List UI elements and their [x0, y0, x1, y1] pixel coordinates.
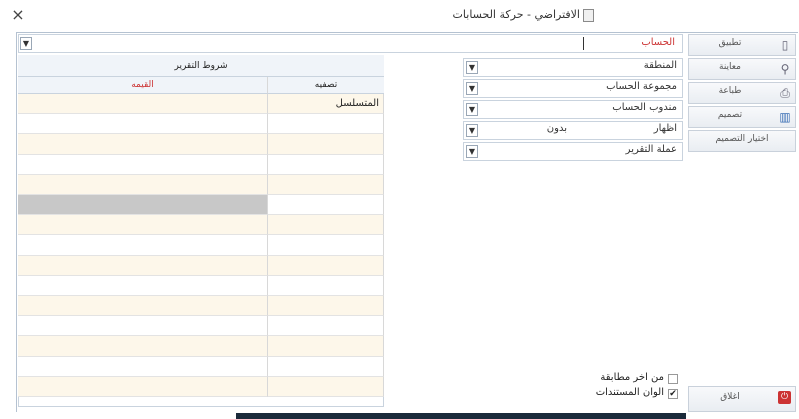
- close-label: اغلاق: [720, 392, 740, 402]
- grid-value-cell[interactable]: [18, 235, 268, 256]
- filter-value: [500, 81, 570, 95]
- chevron-down-icon[interactable]: ▼: [466, 103, 478, 116]
- grid-value-cell[interactable]: [18, 174, 268, 195]
- filter-label: المنطقة: [643, 60, 677, 71]
- grid-filter-cell[interactable]: [268, 114, 384, 135]
- column-header-filter: تصفيه: [268, 77, 384, 94]
- document-colors-checkbox[interactable]: ✔: [668, 389, 678, 399]
- grid-filter-cell[interactable]: [268, 215, 384, 236]
- from-last-match-checkbox[interactable]: [668, 374, 678, 384]
- grid-filter-cell[interactable]: المتسلسل: [268, 94, 384, 115]
- filter-label: مجموعة الحساب: [606, 81, 677, 92]
- grid-filter-cell[interactable]: [268, 154, 384, 175]
- preview-label: معاينة: [719, 62, 741, 72]
- account-dropdown-button[interactable]: ▼: [20, 37, 32, 50]
- filter-value: [500, 60, 570, 74]
- grid-filter-cell[interactable]: [268, 235, 384, 256]
- chevron-down-icon[interactable]: ▼: [466, 82, 478, 95]
- grid-filter-cell[interactable]: [268, 336, 384, 357]
- column-header-value: القيمه: [18, 77, 268, 94]
- title-bar: [0, 0, 799, 30]
- grid-filter-cell[interactable]: [268, 376, 384, 397]
- print-label: طباعة: [718, 86, 742, 96]
- account-cursor: [583, 37, 584, 50]
- grid-filter-cell[interactable]: [268, 356, 384, 377]
- grid-value-cell[interactable]: [18, 275, 268, 296]
- filter-label: مندوب الحساب: [612, 102, 677, 113]
- exit-icon: ⏻: [778, 391, 791, 404]
- grid-value-cell[interactable]: [18, 316, 268, 337]
- filter-value: [500, 144, 570, 158]
- document-colors-label: الوان المستندات: [595, 387, 664, 398]
- choose-design-label: اختيار التصميم: [715, 134, 769, 144]
- close-window-button[interactable]: ×: [8, 5, 28, 25]
- grid-filter-cell[interactable]: [268, 316, 384, 337]
- grid-value-cell[interactable]: [18, 215, 268, 236]
- grid-filter-cell[interactable]: [268, 275, 384, 296]
- filter-value: بدون: [546, 123, 567, 134]
- grid-value-cell[interactable]: [18, 134, 268, 155]
- filter-label: اظهار: [653, 123, 677, 134]
- grid-filter-cell[interactable]: [268, 174, 384, 195]
- grid-value-cell[interactable]: [18, 376, 268, 397]
- grid-value-cell[interactable]: [18, 94, 268, 115]
- grid-value-cell[interactable]: [18, 154, 268, 175]
- chart-icon: ▥: [779, 110, 791, 124]
- filter-value: [500, 102, 570, 116]
- window-title: الافتراضي - حركة الحسابات: [452, 8, 580, 21]
- grid-value-cell[interactable]: [18, 336, 268, 357]
- document-icon: ▯: [781, 38, 789, 52]
- grid-value-cell[interactable]: [18, 255, 268, 276]
- grid-value-cell[interactable]: [18, 296, 268, 317]
- filter-label: عملة التقرير: [625, 144, 677, 155]
- grid-filter-cell[interactable]: [268, 195, 384, 216]
- chevron-down-icon[interactable]: ▼: [466, 145, 478, 158]
- design-label: تصميم: [717, 110, 743, 120]
- account-label: الحساب: [641, 37, 675, 48]
- printer-icon: ⎙: [780, 86, 790, 100]
- grid-value-cell[interactable]: [18, 114, 268, 135]
- grid-value-cell[interactable]: [18, 356, 268, 377]
- report-conditions-title: شروط التقرير: [18, 55, 384, 77]
- magnifier-icon: ⚲: [780, 62, 790, 76]
- grid-filter-cell[interactable]: [268, 134, 384, 155]
- from-last-match-label: من اخر مطابقة: [600, 372, 664, 383]
- grid-filter-cell[interactable]: [268, 296, 384, 317]
- apply-label: تطبيق: [718, 38, 742, 48]
- chevron-down-icon[interactable]: ▼: [466, 61, 478, 74]
- bottom-strip: [236, 413, 686, 419]
- grid-filter-cell[interactable]: [268, 255, 384, 276]
- app-icon: [583, 9, 594, 22]
- chevron-down-icon[interactable]: ▼: [466, 124, 478, 137]
- grid-value-cell[interactable]: [18, 195, 268, 216]
